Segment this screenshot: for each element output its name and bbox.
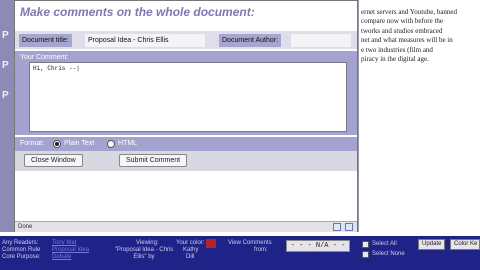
select-none-label: Select None bbox=[372, 251, 405, 257]
security-icon bbox=[333, 223, 341, 231]
user-name: Kathy bbox=[183, 247, 199, 253]
background-sidebar-stub: P bbox=[2, 60, 9, 71]
format-label: Format: bbox=[20, 140, 45, 147]
comment-textarea[interactable]: Hi, Chris --| bbox=[29, 62, 347, 132]
background-document: ernet servers and Youtube, banned compar… bbox=[358, 0, 480, 232]
comment-panel: Your Comment: Hi, Chris --| bbox=[15, 51, 357, 135]
popup-button-row: Close Window Submit Comment bbox=[15, 151, 357, 171]
comment-label: Your Comment: bbox=[20, 54, 69, 61]
from-label: from: bbox=[254, 247, 268, 253]
viewing-label: Viewing: bbox=[136, 240, 159, 246]
html-radio[interactable] bbox=[107, 140, 115, 148]
html-label: HTML bbox=[118, 140, 138, 147]
comments-from-select[interactable]: - - - N/A - - - bbox=[286, 240, 350, 260]
close-window-button[interactable]: Close Window bbox=[24, 154, 83, 167]
document-meta-row: Document title: Proposal Idea - Chris El… bbox=[15, 31, 357, 49]
format-row: Format: Plain Text HTML bbox=[15, 137, 357, 151]
select-all-label: Select All bbox=[372, 241, 397, 247]
select-all-checkbox[interactable] bbox=[362, 241, 369, 248]
connection-icon bbox=[345, 223, 353, 231]
update-button[interactable]: Update bbox=[418, 239, 446, 250]
core-purpose-link[interactable]: Debate bbox=[52, 254, 71, 261]
user-suffix: Dill bbox=[186, 254, 195, 260]
your-color-label: Your color: bbox=[176, 240, 205, 246]
document-title-value: Proposal Idea - Chris Ellis bbox=[85, 34, 205, 47]
document-title-label: Document title: bbox=[19, 34, 72, 47]
doc-line: compare now with before the bbox=[361, 17, 444, 26]
document-author-label: Document Author: bbox=[219, 34, 282, 47]
view-comments-label: View Comments bbox=[228, 240, 272, 246]
common-rule-label: Common Rule bbox=[2, 247, 41, 253]
plain-text-radio[interactable] bbox=[53, 140, 61, 148]
plain-text-label: Plain Text bbox=[64, 140, 95, 147]
user-color-swatch[interactable] bbox=[206, 239, 216, 248]
background-sidebar-stub: P bbox=[2, 90, 9, 101]
submit-comment-button[interactable]: Submit Comment bbox=[119, 154, 188, 167]
background-document-text: ernet servers and Youtube, banned compar… bbox=[361, 8, 479, 64]
color-key-button[interactable]: Color Ke bbox=[450, 239, 480, 250]
status-text: Done bbox=[18, 224, 33, 230]
comment-popup-window: Make comments on the whole document: Doc… bbox=[14, 0, 358, 232]
doc-line: piracy in the digital age. bbox=[361, 55, 429, 64]
status-bar: Done bbox=[15, 221, 357, 232]
any-readers-link[interactable]: Tony Mat bbox=[52, 240, 76, 247]
current-doc-link[interactable]: Proposal Idea bbox=[52, 247, 89, 254]
doc-line: tworks and studios embraced bbox=[361, 26, 443, 35]
popup-title: Make comments on the whole document: bbox=[20, 5, 255, 19]
viewing-value: "Proposal Idea - Chris Ellis" by bbox=[114, 247, 174, 260]
bottom-toolbar: Any Readers: Tony Mat Common Rule Propos… bbox=[0, 236, 480, 270]
any-readers-label: Any Readers: bbox=[2, 240, 39, 246]
select-none-checkbox[interactable] bbox=[362, 251, 369, 258]
doc-line: ernet servers and Youtube, banned bbox=[361, 8, 458, 16]
doc-line: e two industries (film and bbox=[361, 45, 433, 54]
document-author-value bbox=[291, 34, 351, 47]
background-sidebar-stub: P bbox=[2, 30, 9, 41]
core-purpose-label: Core Purpose: bbox=[2, 254, 41, 260]
doc-line: net and what measures will be in bbox=[361, 36, 453, 45]
